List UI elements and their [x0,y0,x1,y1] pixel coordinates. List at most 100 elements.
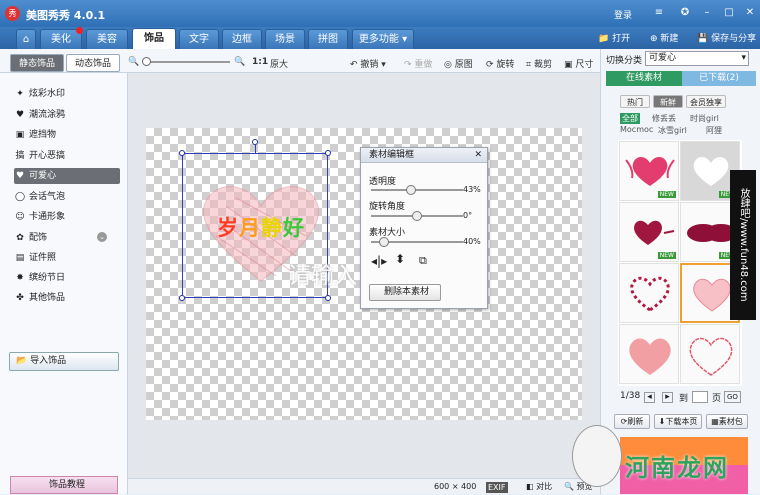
sidebar-item[interactable]: ✤ 其他饰品 [14,290,120,306]
original-button[interactable]: ◎ 原图 [444,57,473,70]
page-unit-label: 页 [712,394,722,404]
redo-button[interactable]: ↷ 重做 [404,57,432,70]
sidebar-item[interactable]: ♥ 可爱心 [14,168,120,184]
subtab-static[interactable]: 静态饰品 [10,54,64,72]
size-label: 素材大小 [369,228,406,238]
material-thumb[interactable]: NEW [619,202,679,262]
tutorial-button[interactable]: 饰品教程 [10,476,118,494]
delete-material-button[interactable]: 删除本素材 [369,284,441,301]
material-thumb[interactable] [619,324,679,384]
compare-button[interactable]: ◧ 对比 [526,479,552,495]
redo-label: 重做 [414,60,433,70]
login-link[interactable]: 登录 [614,8,632,21]
sidebar-item-icon: ◯ [14,192,26,202]
new-button[interactable]: ⊕ 新建 [650,31,678,44]
sidebar-item[interactable]: ✦ 炫彩水印 [14,86,120,102]
minimize-icon[interactable]: – [700,6,714,19]
material-panel-header[interactable]: 素材编辑框 ✕ [361,148,487,163]
chip-members[interactable]: 会员独享 [686,95,726,108]
rotation-slider[interactable] [371,211,463,221]
prev-page-icon[interactable]: ◂ [644,392,655,403]
resize-handle-tl[interactable] [179,150,185,156]
size-value: 40% [463,237,481,246]
zoom-out-icon[interactable]: 🔍 [128,57,139,67]
tag-ali[interactable]: 阿狸 [706,125,722,136]
settings-icon[interactable]: ✪ [678,6,692,19]
tag-fashion-girl[interactable]: 时尚girl [690,113,719,124]
site-watermark: 河南龙网 [625,454,729,482]
sidebar-item[interactable]: ☺ 卡通形象 [14,209,120,225]
tab-collage[interactable]: 拼图 [308,29,348,49]
import-accessory-button[interactable]: 📂 导入饰品 [9,352,119,371]
tag-xiudiudiu[interactable]: 修丢丢 [652,113,676,124]
flip-vertical-icon[interactable]: ⬍ [395,252,405,266]
category-select[interactable]: 可爱心 ▾ [645,51,749,66]
sidebar-item[interactable]: ♥ 潮流涂鸦 [14,107,120,123]
sidebar-item-label: 其他饰品 [29,293,66,303]
save-share-button[interactable]: 💾 保存与分享 [697,31,756,44]
tag-snow-girl[interactable]: 冰雪girl [658,125,687,136]
open-button[interactable]: 📁 打开 [598,31,630,44]
material-pack-button[interactable]: ▦素材包 [706,414,748,429]
rotate-button[interactable]: ⟳ 旋转 [486,57,514,70]
resize-handle-tr[interactable] [325,150,331,156]
rainbow-char: 静 [261,216,283,240]
sidebar-item[interactable]: ▣ 遮挡物 [14,127,120,143]
flip-horizontal-icon[interactable]: ◂|▸ [371,254,387,268]
status-bar: 600 × 400 EXIF ◧ 对比 🔍 预览 [128,478,600,494]
material-thumb[interactable]: NEW [619,141,679,201]
tab-accessories[interactable]: 饰品 [132,28,176,49]
zoom-slider[interactable] [142,57,230,66]
crop-button[interactable]: ⌗ 裁剪 [526,57,552,70]
chevron-down-icon: ▾ [741,53,746,63]
tab-online-materials[interactable]: 在线素材 [606,71,682,86]
exif-badge[interactable]: EXIF [486,482,508,493]
tab-scene[interactable]: 场景 [265,29,305,49]
opacity-slider[interactable] [371,185,463,195]
rotation-knob[interactable] [412,211,422,221]
maximize-icon[interactable]: □ [722,6,736,19]
chip-fresh[interactable]: 新鲜 [653,95,683,108]
go-button[interactable]: GO [724,391,741,403]
refresh-button[interactable]: ⟳刷新 [614,414,650,429]
opacity-knob[interactable] [406,185,417,195]
sidebar-item-icon: ♥ [15,110,25,120]
sidebar-item[interactable]: 搞开心恶搞 [14,148,120,164]
home-icon[interactable]: ⌂ [16,29,36,49]
zoom-in-icon[interactable]: 🔍 [234,57,245,67]
next-page-icon[interactable]: ▸ [662,392,673,403]
tag-mocmoc[interactable]: Mocmoc [620,125,653,134]
size-slider[interactable] [371,237,463,247]
download-page-button[interactable]: ⬇下载本页 [654,414,702,429]
page-input[interactable] [692,391,708,403]
rotation-value: 0° [463,211,473,220]
material-thumb[interactable] [619,263,679,323]
subtab-dynamic[interactable]: 动态饰品 [66,54,120,72]
tag-all[interactable]: 全部 [620,113,640,124]
refresh-label: 刷新 [627,417,644,426]
sidebar-item[interactable]: ▤ 证件照 [14,250,120,266]
sidebar-item-icon: ✸ [16,273,24,283]
menu-icon[interactable]: ≡ [652,6,666,19]
canvas-text-rainbow[interactable]: 岁月静好 [217,212,305,242]
material-thumb[interactable] [680,324,740,384]
undo-button[interactable]: ↶ 撤销 ▾ [350,57,386,70]
resize-handle-br[interactable] [325,295,331,301]
expand-icon[interactable]: ⌄ [97,232,107,242]
tab-more[interactable]: 更多功能 ▾ [352,29,414,49]
chip-hot[interactable]: 热门 [620,95,650,108]
panel-close-icon[interactable]: ✕ [474,148,482,163]
resize-handle-bl[interactable] [179,295,185,301]
tab-frame[interactable]: 边框 [222,29,262,49]
tab-makeup[interactable]: 美容 [86,29,128,49]
size-button[interactable]: ▣ 尺寸 [564,57,593,70]
close-icon[interactable]: ✕ [743,6,757,19]
tab-downloaded[interactable]: 已下载(2) [682,71,756,86]
tab-text[interactable]: 文字 [179,29,219,49]
size-knob[interactable] [379,237,390,247]
copy-icon[interactable]: ⧉ [419,254,427,268]
sidebar-item[interactable]: ◯ 会话气泡 [14,189,120,205]
sidebar-item[interactable]: ✸ 缤纷节日 [14,270,120,286]
original-size-button[interactable]: 原大 [270,57,288,70]
canvas-text-white[interactable]: 请输入 [288,256,357,290]
